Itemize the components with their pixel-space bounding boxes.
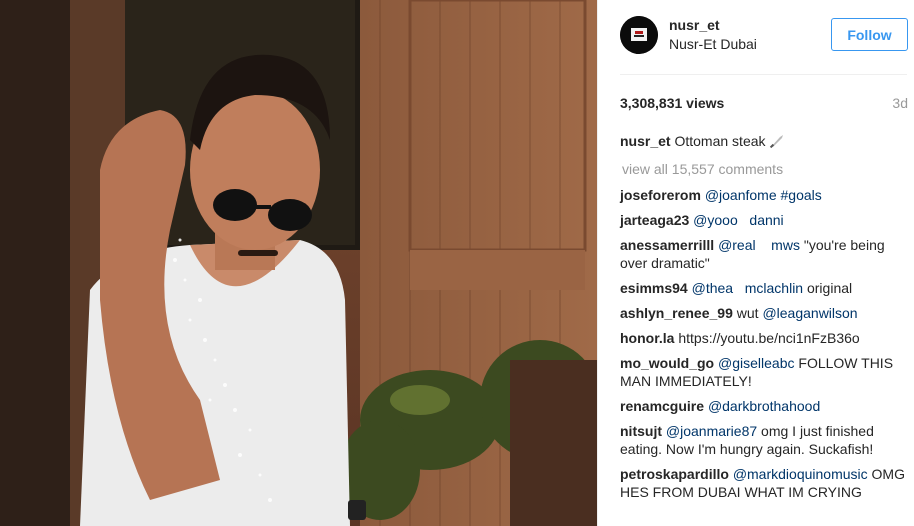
caption: nusr_et Ottoman steak	[620, 132, 905, 152]
comment-item: nitsujt @joanmarie87 omg I just finished…	[620, 422, 905, 458]
comment-author[interactable]: petroskapardillo	[620, 466, 729, 482]
follow-button[interactable]: Follow	[831, 18, 908, 51]
post-details-panel: nusr_et Nusr-Et Dubai Follow 3,308,831 v…	[597, 0, 914, 526]
comment-mention[interactable]: @leaganwilson	[762, 305, 857, 321]
video-frame	[0, 0, 597, 526]
comment-item: petroskapardillo @markdioquinomusic OMG …	[620, 465, 905, 501]
comment-author[interactable]: nitsujt	[620, 423, 662, 439]
comment-mention[interactable]: @thea mclachlin	[692, 280, 803, 296]
comment-item: anessamerrilll @real mws "you're being o…	[620, 236, 905, 272]
comment-item: honor.la https://youtu.be/nci1nFzB36o	[620, 329, 905, 347]
username[interactable]: nusr_et	[669, 17, 720, 33]
avatar[interactable]	[620, 16, 658, 54]
comment-author[interactable]: honor.la	[620, 330, 674, 346]
comment-item: jarteaga23 @yooo danni	[620, 211, 905, 229]
caption-author[interactable]: nusr_et	[620, 133, 671, 149]
view-count: 3,308,831 views	[620, 95, 725, 111]
comment-author[interactable]: mo_would_go	[620, 355, 714, 371]
nusr-et-logo	[620, 16, 658, 54]
knife-icon	[769, 134, 785, 152]
comment-mention[interactable]: @yooo danni	[693, 212, 784, 228]
comment-mention[interactable]: @giselleabc	[718, 355, 794, 371]
instagram-post: nusr_et Nusr-Et Dubai Follow 3,308,831 v…	[0, 0, 914, 526]
post-header: nusr_et Nusr-Et Dubai Follow	[598, 0, 914, 74]
comment-item: ashlyn_renee_99 wut @leaganwilson	[620, 304, 905, 322]
comment-text: original	[806, 280, 853, 296]
comment-item: joseforerom @joanfome #goals	[620, 186, 905, 204]
view-all-comments-link[interactable]: view all 15,557 comments	[620, 160, 905, 178]
comment-mention[interactable]: @markdioquinomusic	[733, 466, 868, 482]
post-time[interactable]: 3d	[892, 95, 908, 111]
comment-mention[interactable]: @real mws	[718, 237, 800, 253]
comment-mention[interactable]: @darkbrothahood	[708, 398, 820, 414]
comment-text: https://youtu.be/nci1nFzB36o	[678, 330, 860, 346]
comment-list: nusr_et Ottoman steak view all 15,557 co…	[620, 132, 905, 508]
post-video[interactable]	[0, 0, 597, 526]
comment-author[interactable]: esimms94	[620, 280, 688, 296]
comment-mention[interactable]: @joanmarie87	[666, 423, 757, 439]
comment-author[interactable]: anessamerrilll	[620, 237, 714, 253]
comment-item: esimms94 @thea mclachlin original	[620, 279, 905, 297]
caption-text: Ottoman steak	[674, 133, 766, 149]
comment-mention[interactable]: @joanfome #goals	[705, 187, 822, 203]
comment-author[interactable]: ashlyn_renee_99	[620, 305, 733, 321]
post-stats: 3,308,831 views 3d	[620, 95, 908, 113]
location[interactable]: Nusr-Et Dubai	[669, 36, 757, 52]
comment-author[interactable]: jarteaga23	[620, 212, 689, 228]
comment-item: renamcguire @darkbrothahood	[620, 397, 905, 415]
comment-author[interactable]: joseforerom	[620, 187, 701, 203]
divider	[620, 74, 907, 75]
comment-author[interactable]: renamcguire	[620, 398, 704, 414]
comment-item: mo_would_go @giselleabc FOLLOW THIS MAN …	[620, 354, 905, 390]
comment-text: wut	[736, 305, 759, 321]
